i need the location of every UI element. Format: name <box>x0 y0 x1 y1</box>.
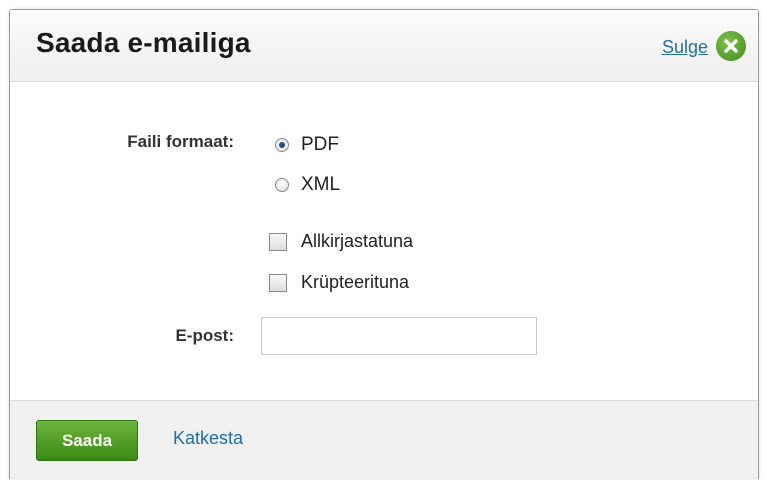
radio-xml[interactable] <box>275 178 289 192</box>
encrypted-checkbox[interactable] <box>269 273 287 292</box>
signed-option[interactable]: Allkirjastatuna <box>269 231 413 252</box>
format-option-xml-label: XML <box>301 174 341 195</box>
format-option-xml[interactable]: XML <box>275 174 340 196</box>
signed-checkbox[interactable] <box>269 232 287 251</box>
file-format-label: Faili formaat: <box>127 132 234 151</box>
format-option-pdf[interactable]: PDF <box>275 134 339 156</box>
email-form: Faili formaat: PDF XML Allkirjastatuna K… <box>10 82 758 400</box>
dialog-header: Saada e-mailiga Sulge <box>10 10 758 82</box>
signed-label: Allkirjastatuna <box>301 231 414 251</box>
format-option-pdf-label: PDF <box>301 134 339 155</box>
send-button[interactable]: Saada <box>36 420 138 461</box>
close-x-glyph <box>724 39 738 53</box>
close-link[interactable]: Sulge <box>662 37 708 58</box>
email-label: E-post: <box>175 326 234 345</box>
email-dialog: Saada e-mailiga Sulge Faili formaat: PDF… <box>9 9 759 480</box>
radio-pdf[interactable] <box>275 138 289 152</box>
dialog-title: Saada e-mailiga <box>36 27 251 58</box>
dialog-footer: Saada Katkesta <box>10 400 758 480</box>
encrypted-label: Krüpteerituna <box>301 272 410 292</box>
encrypted-option[interactable]: Krüpteerituna <box>269 272 409 293</box>
close-icon[interactable] <box>716 31 746 61</box>
cancel-link[interactable]: Katkesta <box>173 428 243 449</box>
email-field[interactable] <box>261 317 537 355</box>
